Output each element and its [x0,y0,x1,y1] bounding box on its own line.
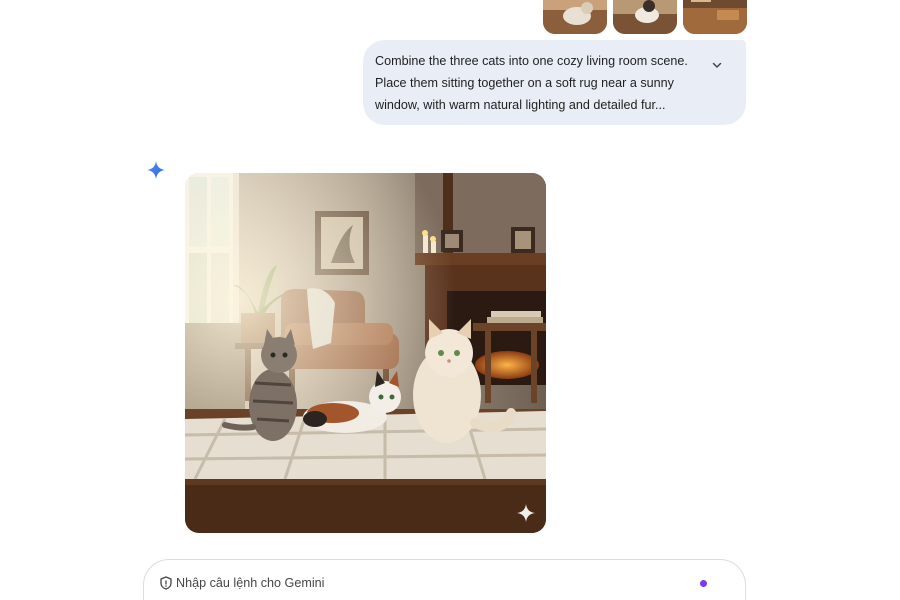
sparkle-watermark-icon [517,504,535,522]
user-message-bubble: Combine the three cats into one cozy liv… [363,40,746,125]
prompt-input[interactable] [176,572,676,594]
user-message-text: Combine the three cats into one cozy liv… [375,54,688,112]
chevron-down-icon [712,62,722,68]
attachment-thumbnail-1[interactable] [543,0,607,34]
user-attachments [543,0,747,34]
generated-image[interactable] [185,173,546,533]
prompt-composer [143,559,746,600]
shield-icon [160,576,172,590]
expand-message-button[interactable] [706,54,728,76]
attachment-thumbnail-3[interactable] [683,0,747,34]
gemini-spark-icon [147,161,165,179]
attachment-thumbnail-2[interactable] [613,0,677,34]
chat-window: Combine the three cats into one cozy liv… [0,0,900,600]
microphone-indicator-icon[interactable] [700,580,707,587]
